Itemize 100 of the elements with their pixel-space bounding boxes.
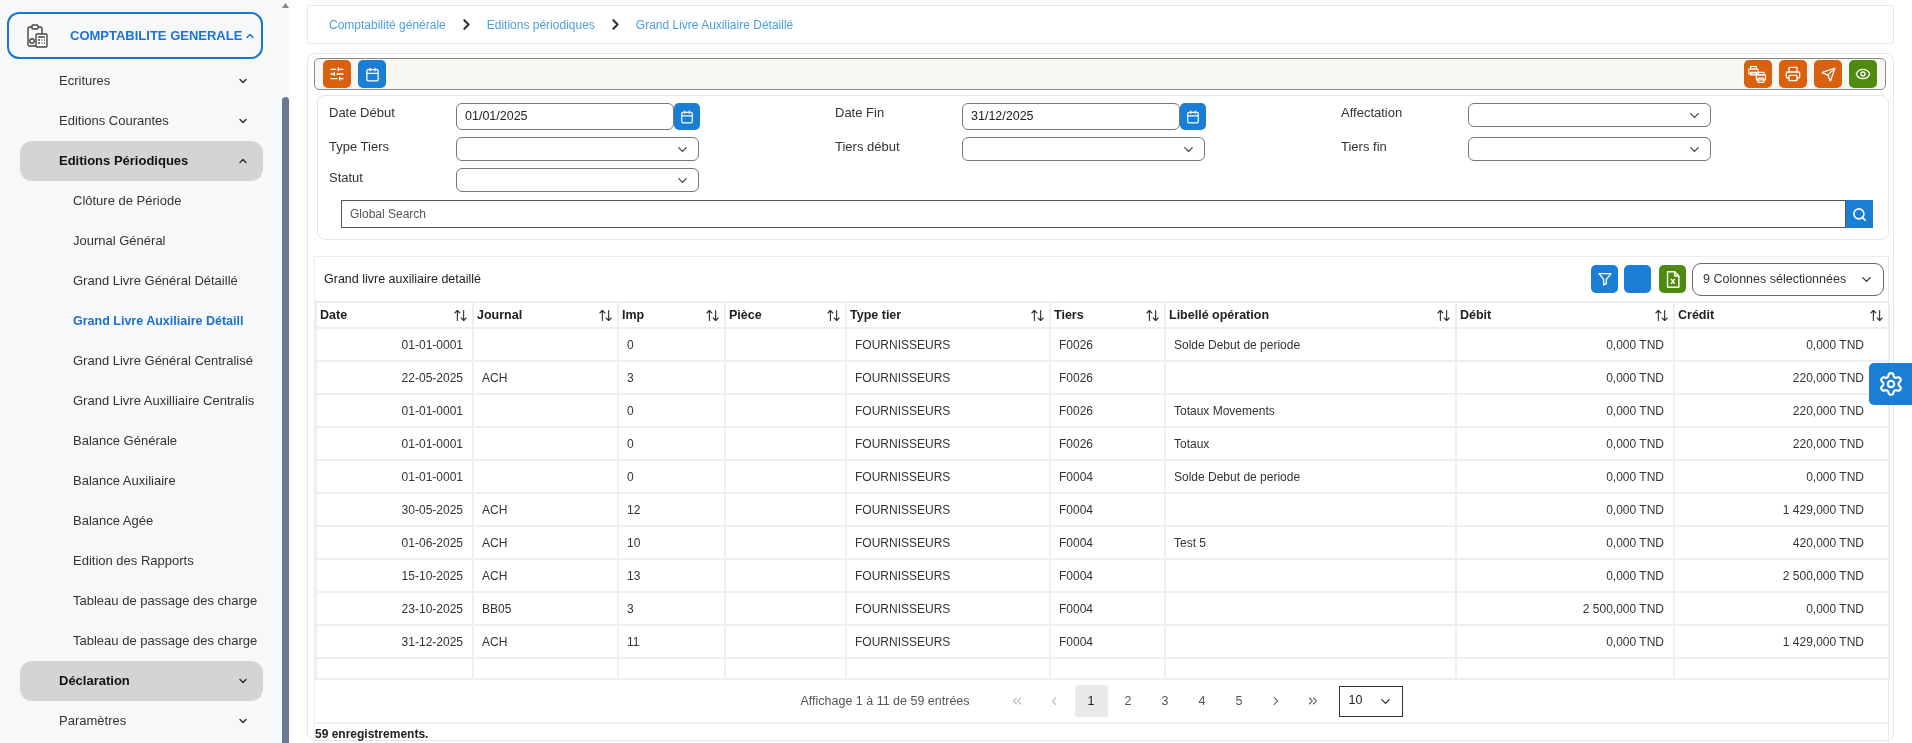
table-cell-text: F0026	[1058, 369, 1095, 387]
sidebar-subitem[interactable]: Journal Général	[73, 221, 166, 261]
sidebar-item[interactable]: Ecritures	[20, 61, 263, 101]
table-cell-text: 1 429,000 TND	[1781, 633, 1865, 651]
calendar-button[interactable]	[358, 60, 386, 88]
table-cell-text: 11	[626, 633, 641, 651]
sort-icon[interactable]	[1030, 307, 1045, 323]
sidebar-subitem[interactable]: Grand Livre Auxilliaire Centralis	[73, 381, 255, 421]
table-cell-text: FOURNISSEURS	[854, 402, 952, 420]
page-button[interactable]: 5	[1222, 685, 1256, 717]
column-header[interactable]: Débit	[1457, 303, 1673, 327]
table-cell-text: 0,000 TND	[1805, 336, 1865, 354]
select-field[interactable]	[456, 168, 699, 192]
column-header[interactable]: Journal	[474, 303, 617, 327]
select-field[interactable]	[456, 137, 699, 161]
date-field[interactable]: 01/01/2025	[456, 103, 674, 130]
select-field[interactable]	[962, 137, 1205, 161]
table-cell-text: 23-10-2025	[400, 600, 464, 618]
blank-action-button[interactable]	[1624, 265, 1651, 293]
page-button[interactable]: 2	[1111, 685, 1145, 717]
sort-icon[interactable]	[1869, 307, 1884, 323]
scroll-up-arrow-icon[interactable]	[282, 3, 289, 8]
filters-button[interactable]	[323, 60, 351, 88]
sort-icon[interactable]	[1145, 307, 1160, 323]
table-cell-text: 01-06-2025	[400, 534, 464, 552]
date-field[interactable]: 31/12/2025	[962, 103, 1180, 130]
select-field[interactable]	[1468, 103, 1711, 127]
table-cell-text: 0	[626, 336, 635, 354]
sidebar-subitem[interactable]: Balance Auxiliaire	[73, 461, 176, 501]
calendar-button[interactable]	[674, 103, 700, 130]
sidebar-subitem[interactable]: Grand Livre Général Détaillé	[73, 261, 238, 301]
sort-icon[interactable]	[598, 307, 613, 323]
sidebar-subitem[interactable]: Tableau de passage des charge	[73, 581, 258, 621]
preview-button[interactable]	[1849, 60, 1877, 88]
sidebar-item[interactable]: Paramètres	[20, 701, 263, 741]
table-cell-text: 31-12-2025	[400, 633, 464, 651]
calendar-button[interactable]	[1180, 103, 1206, 130]
field-label: Tiers début	[835, 138, 901, 156]
sidebar-item[interactable]: Editions Courantes	[20, 101, 263, 141]
sidebar-item[interactable]: Déclaration	[20, 661, 263, 701]
column-selector[interactable]: 9 Colonnes sélectionnées	[1692, 262, 1884, 296]
sort-icon[interactable]	[826, 307, 841, 323]
table-cell-text: ACH	[481, 501, 509, 519]
table-cell-text: FOURNISSEURS	[854, 600, 952, 618]
page-size-select[interactable]: 10	[1338, 685, 1403, 717]
spreadsheet-file-icon	[1665, 270, 1680, 288]
sidebar-item[interactable]: Editions Périodiques	[20, 141, 263, 181]
table-cell-text: 0,000 TND	[1605, 534, 1665, 552]
table-cell-text: 22-05-2025	[400, 369, 464, 387]
column-header[interactable]: Crédit	[1675, 303, 1888, 327]
table-cell-text: 1 429,000 TND	[1781, 501, 1865, 519]
table-cell-text: F0004	[1058, 501, 1095, 519]
scrollbar-thumb[interactable]	[282, 97, 289, 743]
sidebar-subitem[interactable]: Edition des Rapports	[73, 541, 194, 581]
table-cell-text: ACH	[481, 633, 509, 651]
batch-print-button[interactable]	[1744, 60, 1772, 88]
sort-icon[interactable]	[1654, 307, 1669, 323]
excel-export-button[interactable]	[1659, 265, 1686, 293]
column-header[interactable]: Libellé opération	[1166, 303, 1455, 327]
printer-icon	[1785, 66, 1801, 82]
column-header[interactable]: Tiers	[1051, 303, 1164, 327]
page-button[interactable]: 3	[1148, 685, 1182, 717]
table-cell-text: FOURNISSEURS	[854, 567, 952, 585]
table-cell-text: 0	[626, 402, 635, 420]
column-header[interactable]: Date	[317, 303, 472, 327]
search-field[interactable]: Global Search	[341, 200, 1846, 228]
settings-button[interactable]	[1869, 363, 1912, 405]
table-cell-text: 2 500,000 TND	[1781, 567, 1865, 585]
select-field[interactable]	[1468, 137, 1711, 161]
page-button[interactable]: 1	[1074, 685, 1108, 717]
sidebar-subitem[interactable]: Balance Générale	[73, 421, 178, 461]
sidebar-subitem[interactable]: Grand Livre Général Centralisé	[73, 341, 253, 381]
sort-icon[interactable]	[453, 307, 468, 323]
column-header[interactable]: Type tier	[847, 303, 1049, 327]
pagination-summary: Affichage 1 à 11 de 59 entrées	[800, 692, 970, 710]
table-cell-text: 0,000 TND	[1605, 402, 1665, 420]
column-header[interactable]: Imp	[619, 303, 724, 327]
calendar-icon	[680, 109, 694, 124]
sidebar-subitem[interactable]: Balance Agée	[73, 501, 154, 541]
search-button[interactable]	[1846, 200, 1873, 228]
table-cell-text: 2 500,000 TND	[1581, 600, 1665, 618]
table-cell-text: FOURNISSEURS	[854, 501, 952, 519]
print-button[interactable]	[1779, 60, 1807, 88]
sidebar-subitem[interactable]: Grand Livre Auxiliaire Détaill	[73, 301, 244, 341]
page-button[interactable]: 4	[1185, 685, 1219, 717]
field-label: Date Fin	[835, 104, 886, 122]
table-cell-text: 3	[626, 369, 635, 387]
sidebar-subitem[interactable]: Tableau de passage des charge	[73, 621, 258, 661]
send-button[interactable]	[1814, 60, 1842, 88]
sliders-icon	[329, 66, 345, 82]
module-header[interactable]: COMPTABILITE GENERALE	[7, 12, 263, 59]
sidebar-subitem[interactable]: Clôture de Période	[73, 181, 182, 221]
table-cell-text: 30-05-2025	[400, 501, 464, 519]
table-cell-text: 420,000 TND	[1791, 534, 1865, 552]
filter-button[interactable]	[1591, 265, 1618, 293]
column-header[interactable]: Pièce	[726, 303, 845, 327]
sort-icon[interactable]	[705, 307, 720, 323]
table-cell-text: 0,000 TND	[1805, 468, 1865, 486]
sort-icon[interactable]	[1436, 307, 1451, 323]
table-cell-text: F0004	[1058, 567, 1095, 585]
